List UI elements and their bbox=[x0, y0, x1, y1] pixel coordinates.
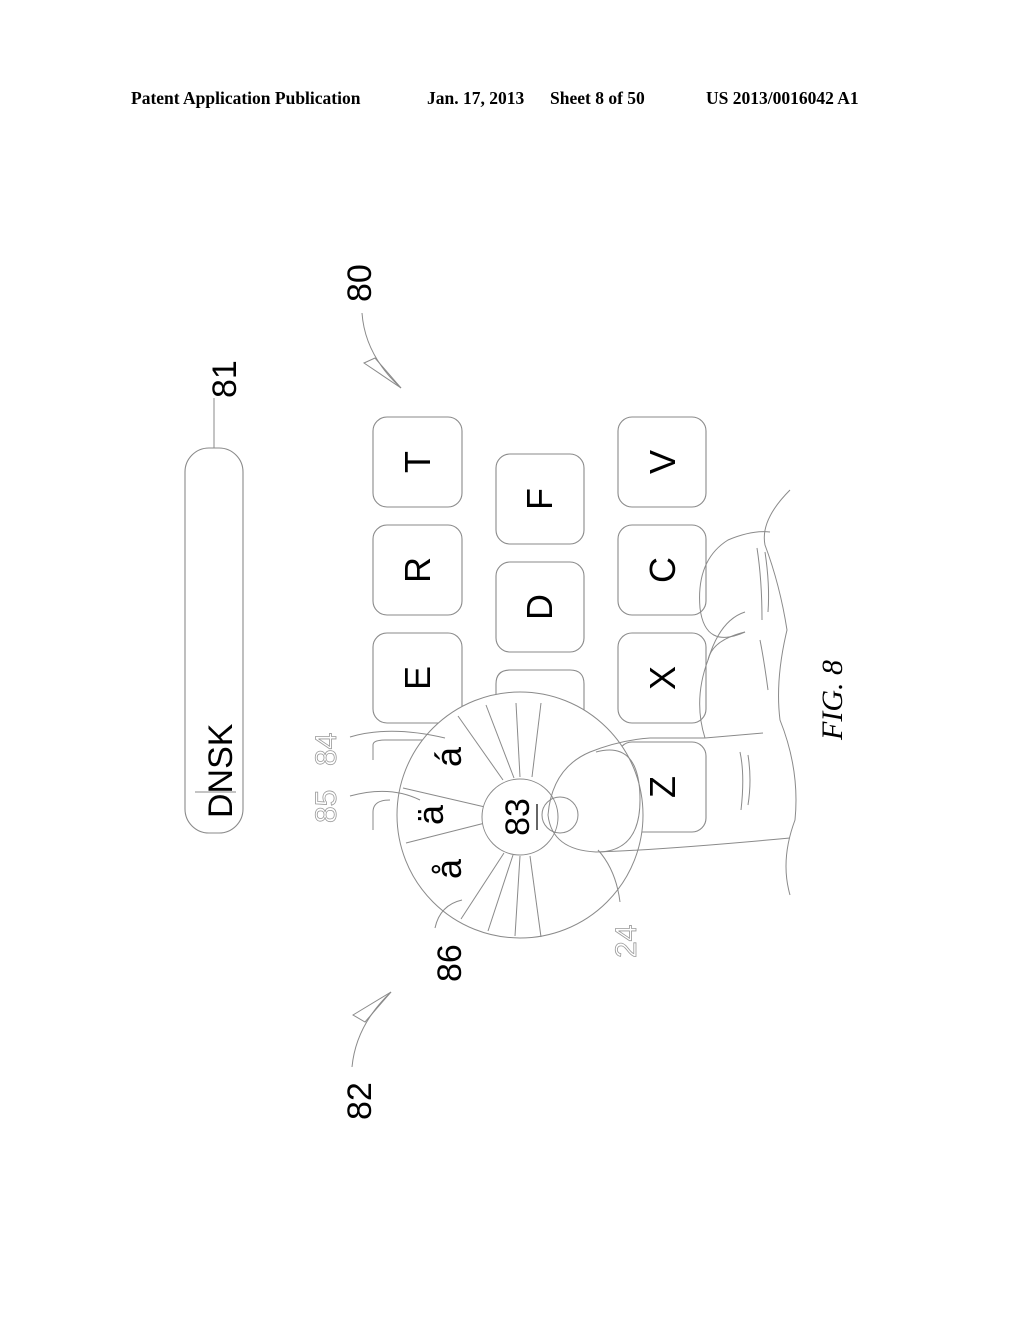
ref-24: 24 bbox=[610, 925, 643, 958]
figure-caption: FIG. 8 bbox=[816, 660, 849, 741]
text-field-value: DNSK bbox=[202, 723, 240, 818]
figure-drawing: DNSK 81 80 E R T D F Z X C V 83 å ä á 84… bbox=[184, 264, 849, 1120]
key-label: T bbox=[397, 451, 438, 473]
key-label: D bbox=[519, 594, 560, 620]
key-label: X bbox=[642, 666, 683, 690]
key-label: F bbox=[519, 488, 560, 510]
ref-86: 86 bbox=[431, 944, 469, 982]
ref-85: 85 bbox=[310, 790, 343, 823]
accent-option-a-umlaut[interactable]: ä bbox=[410, 804, 451, 825]
key-c[interactable]: C bbox=[617, 524, 707, 616]
key-d[interactable]: D bbox=[495, 561, 585, 653]
wheel-center-ref: 83 bbox=[499, 798, 537, 836]
arrow-80 bbox=[361, 312, 402, 389]
accent-option-a-ring[interactable]: å bbox=[428, 858, 469, 879]
ref-80: 80 bbox=[341, 264, 379, 302]
accent-option-a-acute[interactable]: á bbox=[428, 746, 469, 767]
key-label: R bbox=[397, 557, 438, 583]
key-v[interactable]: V bbox=[617, 416, 707, 508]
key-label: C bbox=[642, 557, 683, 583]
key-label: E bbox=[397, 666, 438, 690]
key-r[interactable]: R bbox=[372, 524, 463, 616]
ref-84: 84 bbox=[310, 733, 343, 766]
key-e[interactable]: E bbox=[372, 632, 463, 724]
key-label: V bbox=[642, 450, 683, 474]
key-x[interactable]: X bbox=[617, 632, 707, 724]
ref-82: 82 bbox=[341, 1082, 379, 1120]
key-label: Z bbox=[642, 776, 683, 798]
accent-wheel[interactable]: 83 å ä á bbox=[396, 691, 644, 939]
text-field[interactable]: DNSK bbox=[184, 398, 244, 834]
key-t[interactable]: T bbox=[372, 416, 463, 508]
ref-81: 81 bbox=[206, 360, 244, 398]
arrow-82 bbox=[351, 991, 392, 1068]
key-f[interactable]: F bbox=[495, 453, 585, 545]
